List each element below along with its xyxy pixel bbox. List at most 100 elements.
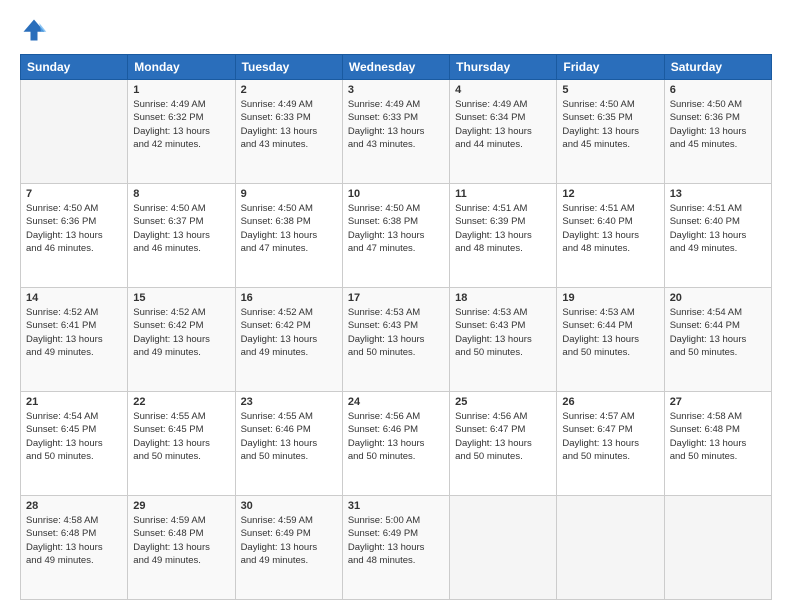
day-number: 10 (348, 188, 444, 200)
day-number: 5 (562, 84, 658, 96)
day-cell-3-4: 25Sunrise: 4:56 AM Sunset: 6:47 PM Dayli… (450, 392, 557, 496)
day-cell-1-4: 11 Sunrise: 4:51 AM Sunset: 6:39 PM Dayli… (450, 184, 557, 288)
week-row-1: 7 Sunrise: 4:50 AM Sunset: 6:36 PM Daylig… (21, 184, 772, 288)
day-number: 18 (455, 292, 551, 304)
day-info: Sunrise: 4:53 AM Sunset: 6:43 PM Dayligh… (455, 306, 551, 359)
day-number: 22 (133, 396, 229, 408)
day-cell-4-1: 29 Sunrise: 4:59 AM Sunset: 6:48 PM Dayli… (128, 496, 235, 600)
day-info: Sunrise: 4:52 AM Sunset: 6:42 PM Dayligh… (133, 306, 229, 359)
day-cell-3-6: 27 Sunrise: 4:58 AM Sunset: 6:48 PM Dayli… (664, 392, 771, 496)
day-cell-2-2: 16Sunrise: 4:52 AM Sunset: 6:42 PM Dayli… (235, 288, 342, 392)
day-cell-0-4: 4Sunrise: 4:49 AM Sunset: 6:34 PM Daylig… (450, 80, 557, 184)
day-cell-3-2: 23 Sunrise: 4:55 AM Sunset: 6:46 PM Dayli… (235, 392, 342, 496)
header-tuesday: Tuesday (235, 55, 342, 80)
day-number: 26 (562, 396, 658, 408)
day-info: Sunrise: 4:55 AM Sunset: 6:45 PM Dayligh… (133, 410, 229, 463)
day-info: Sunrise: 4:51 AM Sunset: 6:40 PM Dayligh… (670, 202, 766, 255)
day-info: Sunrise: 4:51 AM Sunset: 6:40 PM Dayligh… (562, 202, 658, 255)
day-number: 14 (26, 292, 122, 304)
week-row-3: 21 Sunrise: 4:54 AM Sunset: 6:45 PM Dayli… (21, 392, 772, 496)
day-number: 17 (348, 292, 444, 304)
day-cell-1-1: 8Sunrise: 4:50 AM Sunset: 6:37 PM Daylig… (128, 184, 235, 288)
logo (20, 16, 52, 44)
day-info: Sunrise: 4:49 AM Sunset: 6:32 PM Dayligh… (133, 98, 229, 151)
day-number: 30 (241, 500, 337, 512)
day-cell-3-5: 26 Sunrise: 4:57 AM Sunset: 6:47 PM Dayli… (557, 392, 664, 496)
day-cell-1-0: 7 Sunrise: 4:50 AM Sunset: 6:36 PM Daylig… (21, 184, 128, 288)
day-cell-4-5 (557, 496, 664, 600)
header-friday: Friday (557, 55, 664, 80)
day-number: 12 (562, 188, 658, 200)
day-info: Sunrise: 4:56 AM Sunset: 6:46 PM Dayligh… (348, 410, 444, 463)
day-cell-0-0 (21, 80, 128, 184)
day-number: 3 (348, 84, 444, 96)
day-info: Sunrise: 4:54 AM Sunset: 6:45 PM Dayligh… (26, 410, 122, 463)
day-cell-4-4 (450, 496, 557, 600)
day-cell-1-3: 10 Sunrise: 4:50 AM Sunset: 6:38 PM Dayli… (342, 184, 449, 288)
day-info: Sunrise: 4:49 AM Sunset: 6:33 PM Dayligh… (241, 98, 337, 151)
day-cell-2-0: 14 Sunrise: 4:52 AM Sunset: 6:41 PM Dayli… (21, 288, 128, 392)
day-info: Sunrise: 4:50 AM Sunset: 6:38 PM Dayligh… (348, 202, 444, 255)
day-info: Sunrise: 4:58 AM Sunset: 6:48 PM Dayligh… (670, 410, 766, 463)
day-info: Sunrise: 4:58 AM Sunset: 6:48 PM Dayligh… (26, 514, 122, 567)
day-number: 24 (348, 396, 444, 408)
weekday-header-row: Sunday Monday Tuesday Wednesday Thursday… (21, 55, 772, 80)
calendar-table: Sunday Monday Tuesday Wednesday Thursday… (20, 54, 772, 600)
day-number: 1 (133, 84, 229, 96)
day-cell-3-0: 21 Sunrise: 4:54 AM Sunset: 6:45 PM Dayli… (21, 392, 128, 496)
day-number: 13 (670, 188, 766, 200)
day-info: Sunrise: 5:00 AM Sunset: 6:49 PM Dayligh… (348, 514, 444, 567)
calendar-page: Sunday Monday Tuesday Wednesday Thursday… (0, 0, 792, 612)
header-monday: Monday (128, 55, 235, 80)
header-sunday: Sunday (21, 55, 128, 80)
day-info: Sunrise: 4:53 AM Sunset: 6:43 PM Dayligh… (348, 306, 444, 359)
day-number: 20 (670, 292, 766, 304)
day-cell-2-5: 19 Sunrise: 4:53 AM Sunset: 6:44 PM Dayli… (557, 288, 664, 392)
day-number: 9 (241, 188, 337, 200)
day-cell-2-3: 17 Sunrise: 4:53 AM Sunset: 6:43 PM Dayli… (342, 288, 449, 392)
day-number: 31 (348, 500, 444, 512)
week-row-4: 28Sunrise: 4:58 AM Sunset: 6:48 PM Dayli… (21, 496, 772, 600)
header-thursday: Thursday (450, 55, 557, 80)
day-cell-0-5: 5 Sunrise: 4:50 AM Sunset: 6:35 PM Daylig… (557, 80, 664, 184)
day-cell-2-6: 20 Sunrise: 4:54 AM Sunset: 6:44 PM Dayli… (664, 288, 771, 392)
day-cell-0-2: 2Sunrise: 4:49 AM Sunset: 6:33 PM Daylig… (235, 80, 342, 184)
day-cell-1-2: 9 Sunrise: 4:50 AM Sunset: 6:38 PM Daylig… (235, 184, 342, 288)
day-info: Sunrise: 4:50 AM Sunset: 6:38 PM Dayligh… (241, 202, 337, 255)
day-info: Sunrise: 4:55 AM Sunset: 6:46 PM Dayligh… (241, 410, 337, 463)
day-info: Sunrise: 4:59 AM Sunset: 6:48 PM Dayligh… (133, 514, 229, 567)
day-info: Sunrise: 4:50 AM Sunset: 6:36 PM Dayligh… (26, 202, 122, 255)
day-number: 6 (670, 84, 766, 96)
logo-icon (20, 16, 48, 44)
week-row-0: 1 Sunrise: 4:49 AM Sunset: 6:32 PM Daylig… (21, 80, 772, 184)
day-number: 19 (562, 292, 658, 304)
day-number: 27 (670, 396, 766, 408)
day-info: Sunrise: 4:52 AM Sunset: 6:41 PM Dayligh… (26, 306, 122, 359)
day-number: 29 (133, 500, 229, 512)
day-info: Sunrise: 4:57 AM Sunset: 6:47 PM Dayligh… (562, 410, 658, 463)
day-info: Sunrise: 4:50 AM Sunset: 6:35 PM Dayligh… (562, 98, 658, 151)
day-cell-1-6: 13 Sunrise: 4:51 AM Sunset: 6:40 PM Dayli… (664, 184, 771, 288)
header-wednesday: Wednesday (342, 55, 449, 80)
day-info: Sunrise: 4:50 AM Sunset: 6:36 PM Dayligh… (670, 98, 766, 151)
day-number: 23 (241, 396, 337, 408)
day-cell-4-6 (664, 496, 771, 600)
day-info: Sunrise: 4:59 AM Sunset: 6:49 PM Dayligh… (241, 514, 337, 567)
day-number: 8 (133, 188, 229, 200)
day-number: 21 (26, 396, 122, 408)
day-info: Sunrise: 4:52 AM Sunset: 6:42 PM Dayligh… (241, 306, 337, 359)
day-number: 7 (26, 188, 122, 200)
day-info: Sunrise: 4:56 AM Sunset: 6:47 PM Dayligh… (455, 410, 551, 463)
day-cell-4-0: 28Sunrise: 4:58 AM Sunset: 6:48 PM Dayli… (21, 496, 128, 600)
day-cell-3-1: 22 Sunrise: 4:55 AM Sunset: 6:45 PM Dayli… (128, 392, 235, 496)
day-cell-2-1: 15 Sunrise: 4:52 AM Sunset: 6:42 PM Dayli… (128, 288, 235, 392)
day-info: Sunrise: 4:54 AM Sunset: 6:44 PM Dayligh… (670, 306, 766, 359)
day-number: 11 (455, 188, 551, 200)
day-number: 15 (133, 292, 229, 304)
day-cell-0-3: 3Sunrise: 4:49 AM Sunset: 6:33 PM Daylig… (342, 80, 449, 184)
header-saturday: Saturday (664, 55, 771, 80)
day-number: 4 (455, 84, 551, 96)
day-info: Sunrise: 4:53 AM Sunset: 6:44 PM Dayligh… (562, 306, 658, 359)
header (20, 16, 772, 44)
day-info: Sunrise: 4:51 AM Sunset: 6:39 PM Dayligh… (455, 202, 551, 255)
